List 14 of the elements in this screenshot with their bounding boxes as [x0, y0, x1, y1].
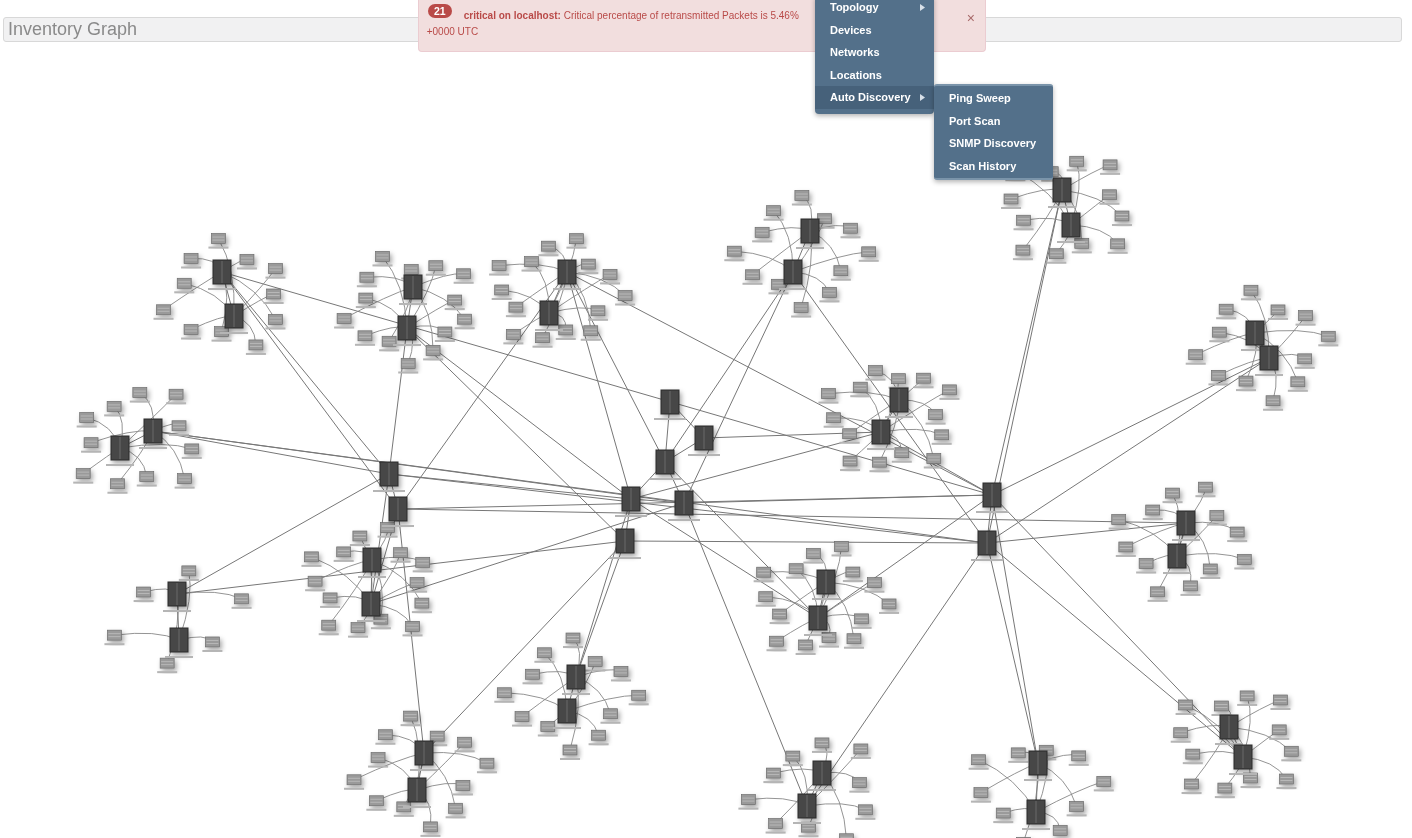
close-button[interactable]: × [966, 11, 975, 25]
menu-item[interactable]: Locations [815, 63, 934, 86]
menu-item[interactable]: SNMP Discovery [934, 132, 1053, 155]
menu-item[interactable]: Topology [815, 0, 934, 19]
alert-message: +0000 UTC [426, 26, 480, 37]
menu-item[interactable]: Auto Discovery [815, 86, 934, 109]
menu-item[interactable]: Port Scan [934, 109, 1053, 132]
menu-item[interactable]: Networks [815, 41, 934, 64]
alert-message: critical on localhost: Critical percentage of retransmitted Packets is 5.46% [463, 10, 799, 21]
menu-item[interactable]: Ping Sweep [934, 87, 1053, 110]
menu-item[interactable]: Devices [815, 18, 934, 41]
page-title: Inventory Graph [8, 19, 138, 40]
alert-count-badge: 21 [428, 4, 452, 18]
menu-item[interactable]: Scan History [934, 154, 1053, 177]
